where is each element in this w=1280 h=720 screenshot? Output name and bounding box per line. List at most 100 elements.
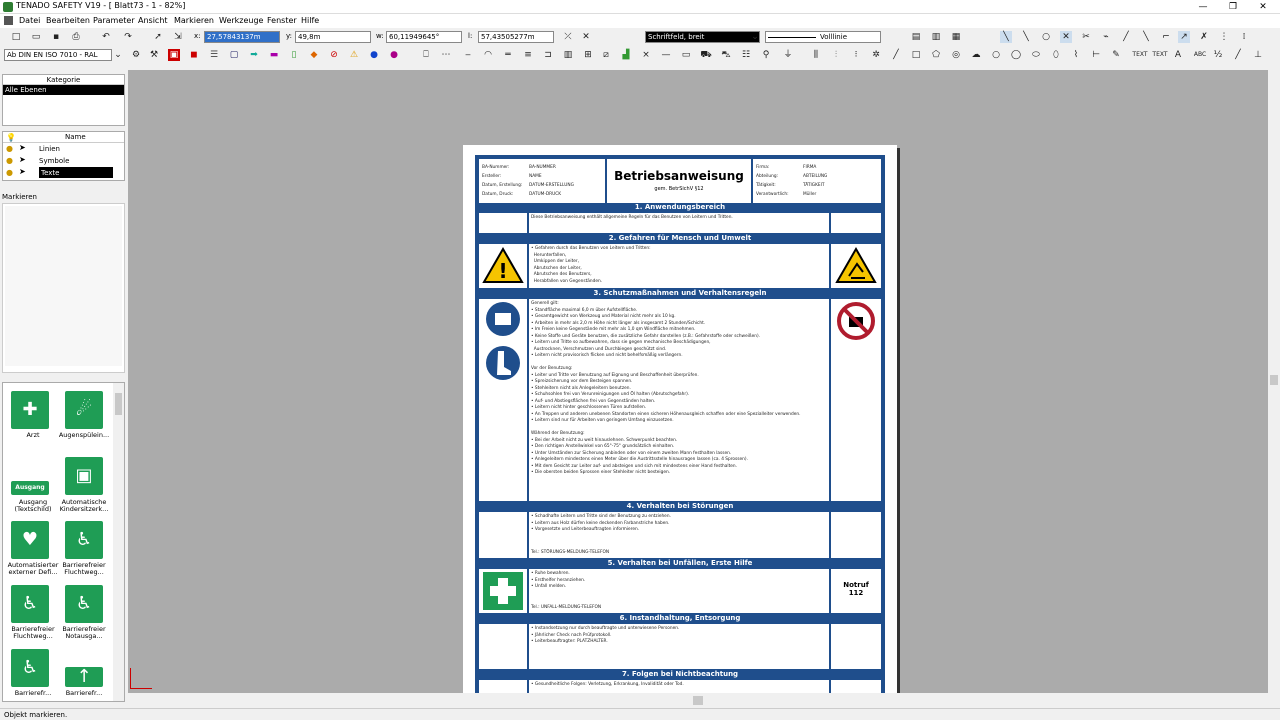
purple-icon[interactable]: ● bbox=[388, 49, 400, 61]
visibility-icon[interactable]: ● bbox=[6, 144, 13, 153]
warning-icon[interactable]: ⚠ bbox=[348, 49, 360, 61]
arc-icon[interactable]: ◠ bbox=[482, 49, 494, 61]
grid-box-icon[interactable]: ⊞ bbox=[582, 49, 594, 61]
car-icon[interactable]: ⛍ bbox=[720, 49, 732, 61]
grid-dots-icon[interactable]: ⁞ bbox=[1238, 31, 1250, 43]
scissor-icon[interactable]: ✂ bbox=[1080, 31, 1092, 43]
ellipse2-icon[interactable]: ⬯ bbox=[1050, 49, 1062, 61]
frame-icon[interactable]: ⎕ bbox=[420, 49, 432, 61]
text-tool-icon[interactable]: TEXT bbox=[1132, 49, 1148, 61]
arrow-green-icon[interactable]: ➡ bbox=[248, 49, 260, 61]
symbol-lib2-icon[interactable]: ⚒ bbox=[148, 49, 160, 61]
pointer-edit-icon[interactable]: ↗ bbox=[1178, 31, 1190, 43]
dash-icon[interactable]: ‒ bbox=[462, 49, 474, 61]
vehicle-icon[interactable]: ⛟ bbox=[700, 49, 712, 61]
mandatory-icon[interactable]: ● bbox=[368, 49, 380, 61]
ellipse-icon[interactable]: ⬭ bbox=[1030, 49, 1042, 61]
fence-icon[interactable]: ▥ bbox=[562, 49, 574, 61]
menu-markieren[interactable]: Markieren bbox=[174, 16, 214, 25]
line-style-select[interactable]: Volllinie bbox=[765, 31, 881, 43]
apply-icon[interactable]: ⤫ bbox=[562, 31, 574, 43]
close-button[interactable]: ✕ bbox=[1248, 0, 1278, 14]
eye-wash-icon[interactable]: ☄ bbox=[65, 391, 103, 429]
menu-bearbeiten[interactable]: Bearbeiten bbox=[46, 16, 90, 25]
edit-line2-icon[interactable]: ╲ bbox=[1140, 31, 1152, 43]
green-bar-icon[interactable]: ▟ bbox=[620, 49, 632, 61]
align3-icon[interactable]: ⁝ bbox=[850, 49, 862, 61]
corner-icon[interactable]: ⌐ bbox=[1160, 31, 1172, 43]
accessible-arrow-icon[interactable]: ↑ bbox=[65, 667, 103, 687]
accessible-exit-icon[interactable]: ♿ bbox=[65, 521, 103, 559]
shelf-icon[interactable]: ☷ bbox=[740, 49, 752, 61]
pink-sign-icon[interactable]: ▬ bbox=[268, 49, 280, 61]
polyline-icon[interactable]: ⌇ bbox=[1070, 49, 1082, 61]
select-arrow-icon[interactable]: ➚ bbox=[152, 31, 164, 43]
abc-icon[interactable]: ABC bbox=[1192, 49, 1208, 61]
print-icon[interactable]: ⎙ bbox=[70, 31, 82, 43]
accessible-exit-icon[interactable]: ♿ bbox=[11, 585, 49, 623]
layer-row-texte[interactable]: ● ➤ Texte bbox=[3, 167, 124, 179]
layer-icon[interactable]: ▤ bbox=[910, 31, 922, 43]
triple-line-icon[interactable]: ≡ bbox=[522, 49, 534, 61]
number-icon[interactable]: ½ bbox=[1212, 49, 1224, 61]
pentagon-icon[interactable]: ⬠ bbox=[930, 49, 942, 61]
hatch-icon[interactable]: ⧄ bbox=[600, 49, 612, 61]
cursor-icon[interactable]: ➤ bbox=[19, 167, 26, 176]
layer-green-icon[interactable]: ▦ bbox=[950, 31, 962, 43]
visibility-icon[interactable]: ● bbox=[6, 168, 13, 177]
cross-tool-icon[interactable]: ✕ bbox=[1060, 31, 1072, 43]
new-file-icon[interactable]: □ bbox=[10, 31, 22, 43]
spiral-icon[interactable]: ◎ bbox=[950, 49, 962, 61]
minimize-button[interactable]: — bbox=[1188, 0, 1218, 14]
align2-icon[interactable]: ⫶ bbox=[830, 49, 842, 61]
node-icon[interactable]: ⌁ bbox=[1100, 31, 1112, 43]
measure-icon[interactable]: ⊥ bbox=[1252, 49, 1264, 61]
text-abc-icon[interactable]: A bbox=[1172, 49, 1184, 61]
line-tool2-icon[interactable]: ╲ bbox=[1020, 31, 1032, 43]
layer-row-linien[interactable]: ● ➤ Linien bbox=[3, 143, 124, 155]
open-folder-icon[interactable]: ▭ bbox=[30, 31, 42, 43]
child-seat-icon[interactable]: ▣ bbox=[65, 457, 103, 495]
slash-icon[interactable]: ╱ bbox=[1232, 49, 1244, 61]
circle-tool-icon[interactable]: ○ bbox=[1040, 31, 1052, 43]
list-sign-icon[interactable]: ☰ bbox=[208, 49, 220, 61]
menu-datei[interactable]: Datei bbox=[19, 16, 40, 25]
restore-button[interactable]: ❐ bbox=[1218, 0, 1248, 14]
accessible-icon[interactable]: ♿ bbox=[11, 649, 49, 687]
visibility-icon[interactable]: ● bbox=[6, 156, 13, 165]
fire-sign-icon[interactable]: ▣ bbox=[168, 49, 180, 61]
settings-icon[interactable]: ✲ bbox=[870, 49, 882, 61]
menu-hilfe[interactable]: Hilfe bbox=[301, 16, 319, 25]
line-tool-icon[interactable]: ╲ bbox=[1000, 31, 1012, 43]
text-tool2-icon[interactable]: TEXT bbox=[1152, 49, 1168, 61]
menu-parameter[interactable]: Parameter bbox=[93, 16, 135, 25]
font-select[interactable]: Ab DIN EN ISO 7010 - RAL bbox=[4, 49, 112, 61]
dimension-icon[interactable]: ⊢ bbox=[1090, 49, 1102, 61]
freehand-icon[interactable]: ✎ bbox=[1110, 49, 1122, 61]
bracket-icon[interactable]: ⊐ bbox=[542, 49, 554, 61]
draw-line-icon[interactable]: ╱ bbox=[890, 49, 902, 61]
redo-icon[interactable]: ↷ bbox=[122, 31, 134, 43]
tab-markieren[interactable]: Markieren bbox=[2, 193, 37, 201]
chevron-down-icon[interactable]: ⌄ bbox=[749, 31, 761, 43]
exit-sign-icon[interactable]: Ausgang bbox=[11, 481, 49, 495]
doctor-icon[interactable]: ✚ bbox=[11, 391, 49, 429]
undo-icon[interactable]: ↶ bbox=[100, 31, 112, 43]
circle-icon[interactable]: ○ bbox=[990, 49, 1002, 61]
hazard-diamond-icon[interactable]: ◆ bbox=[308, 49, 320, 61]
edit-line-icon[interactable]: ╱ bbox=[1120, 31, 1132, 43]
align-icon[interactable]: ⫼ bbox=[810, 49, 822, 61]
fire-sign2-icon[interactable]: ◼ bbox=[188, 49, 200, 61]
box-icon[interactable]: ▭ bbox=[680, 49, 692, 61]
category-item-alle-ebenen[interactable]: Alle Ebenen bbox=[3, 85, 124, 95]
vertical-scrollbar[interactable] bbox=[1268, 70, 1280, 693]
valve-icon[interactable]: ⏚ bbox=[782, 49, 794, 61]
horizontal-scrollbar[interactable] bbox=[128, 693, 1268, 708]
save-icon[interactable]: ▪ bbox=[50, 31, 62, 43]
grid-icon[interactable]: ⋮ bbox=[1218, 31, 1230, 43]
rectangle-icon[interactable]: □ bbox=[910, 49, 922, 61]
cursor-icon[interactable]: ➤ bbox=[19, 155, 26, 164]
cursor-icon[interactable]: ➤ bbox=[19, 143, 26, 152]
gallery-scrollbar[interactable] bbox=[113, 383, 124, 701]
document-icon[interactable] bbox=[4, 16, 13, 25]
